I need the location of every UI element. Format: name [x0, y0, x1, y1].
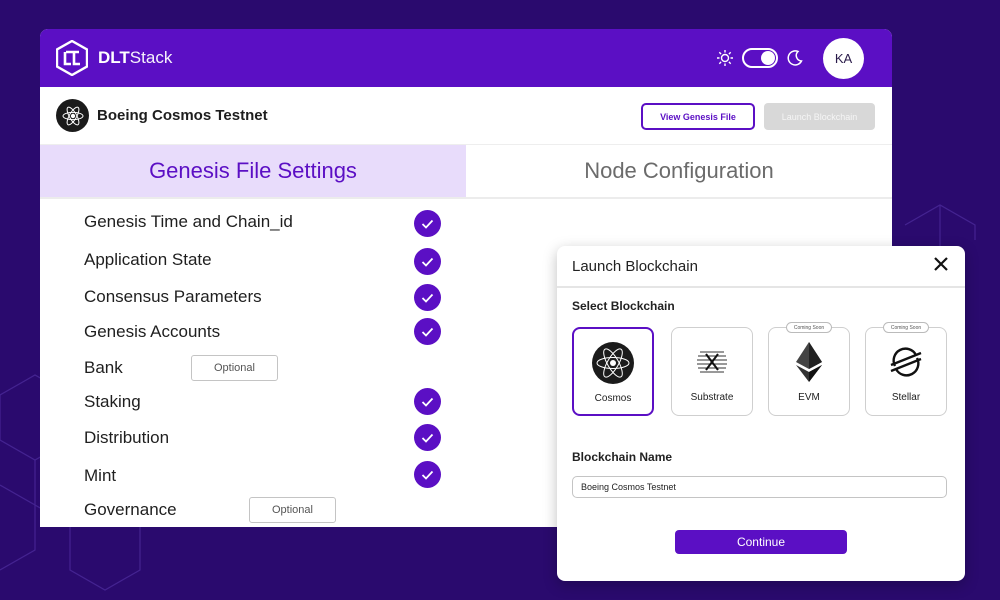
brand-bold: DLT: [98, 48, 130, 67]
check-icon: [414, 248, 441, 275]
cosmos-icon: [591, 341, 635, 385]
check-icon: [414, 318, 441, 345]
setting-label: Application State: [84, 250, 212, 269]
project-name: Boeing Cosmos Testnet: [97, 107, 268, 124]
setting-label: Governance: [84, 500, 177, 519]
project-bar: Boeing Cosmos Testnet View Genesis File …: [40, 87, 892, 145]
optional-badge[interactable]: Optional: [191, 355, 278, 381]
modal-header: Launch Blockchain: [557, 246, 965, 288]
select-blockchain-label: Select Blockchain: [572, 299, 675, 313]
cosmos-icon: [56, 99, 89, 132]
setting-label: Genesis Accounts: [84, 322, 221, 341]
blockchain-name-input[interactable]: [572, 476, 947, 498]
check-icon: [414, 461, 441, 488]
check-icon: [414, 388, 441, 415]
setting-label: Bank: [84, 358, 123, 377]
brand-name: DLTStack: [98, 48, 172, 68]
stellar-icon: [884, 340, 928, 384]
blockchain-name: EVM: [798, 392, 820, 403]
optional-badge[interactable]: Optional: [249, 497, 336, 523]
theme-toggle[interactable]: [742, 48, 778, 68]
setting-label: Distribution: [84, 428, 170, 447]
coming-soon-badge: Coming Soon: [786, 322, 832, 333]
close-icon[interactable]: [933, 256, 949, 272]
check-icon: [414, 424, 441, 451]
blockchain-card-substrate[interactable]: Substrate: [671, 327, 753, 416]
blockchain-name: Cosmos: [594, 393, 632, 404]
substrate-icon: [690, 340, 734, 384]
check-icon: [414, 210, 441, 237]
view-genesis-file-button[interactable]: View Genesis File: [641, 103, 755, 130]
tab-bar: Genesis File Settings Node Configuration: [40, 145, 892, 199]
continue-button[interactable]: Continue: [675, 530, 847, 554]
setting-label: Staking: [84, 392, 141, 411]
setting-label: Mint: [84, 466, 117, 485]
modal-title: Launch Blockchain: [572, 257, 698, 275]
sun-icon: [717, 50, 733, 66]
setting-label: Genesis Time and Chain_id: [84, 212, 293, 231]
dltstack-logo: [56, 40, 88, 76]
tab-node-configuration[interactable]: Node Configuration: [466, 145, 892, 197]
launch-blockchain-modal: Launch Blockchain Select Blockchain Cosm…: [557, 246, 965, 581]
blockchain-name-label: Blockchain Name: [572, 450, 673, 464]
avatar[interactable]: KA: [823, 38, 864, 79]
tab-genesis-file-settings[interactable]: Genesis File Settings: [40, 145, 466, 197]
brand-rest: Stack: [129, 48, 173, 67]
top-bar: DLTStack KA: [40, 29, 892, 87]
blockchain-name: Stellar: [891, 392, 921, 403]
ethereum-icon: [787, 340, 831, 384]
blockchain-name: Substrate: [690, 392, 734, 403]
blockchain-card-evm[interactable]: Coming Soon EVM: [768, 322, 850, 416]
blockchain-card-stellar[interactable]: Coming Soon Stellar: [865, 322, 947, 416]
blockchain-card-cosmos[interactable]: Cosmos: [572, 327, 654, 416]
theme-switcher: [716, 48, 804, 68]
launch-blockchain-button[interactable]: Launch Blockchain: [764, 103, 875, 130]
moon-icon: [787, 50, 803, 66]
coming-soon-badge: Coming Soon: [883, 322, 929, 333]
setting-label: Consensus Parameters: [84, 287, 262, 306]
check-icon: [414, 284, 441, 311]
